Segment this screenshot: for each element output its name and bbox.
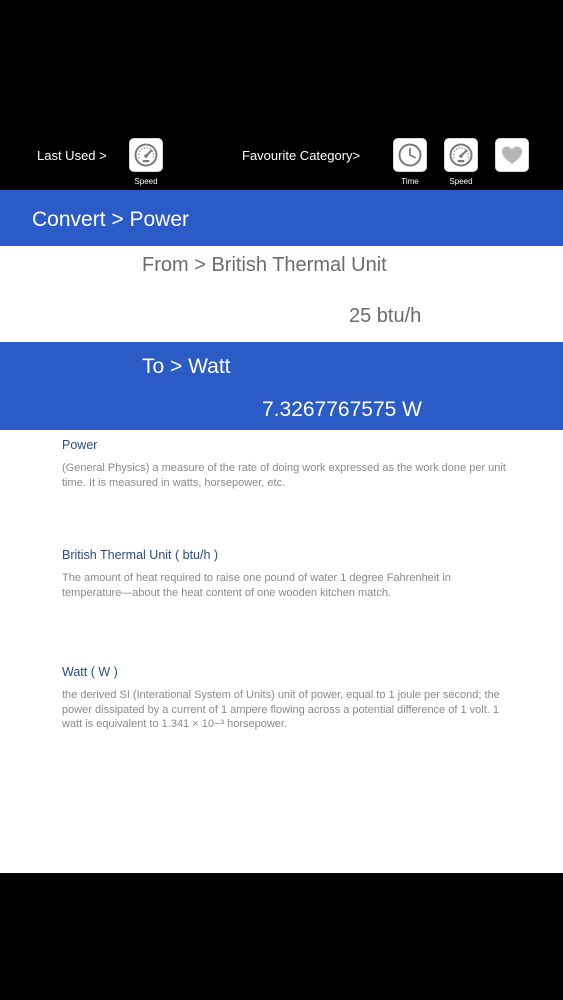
favourite-category-label: Favourite Category> [242,148,361,163]
from-value-input[interactable]: 25 btu/h [349,305,421,328]
definition-title-watt: Watt ( W ) [62,665,118,679]
from-unit-selector[interactable]: From > British Thermal Unit [142,254,387,277]
speedometer-icon [448,142,474,168]
definitions-panel [0,430,563,873]
definition-body-watt: the derived SI (Interational System of U… [62,689,500,731]
favourite-speed-button[interactable] [444,138,478,172]
bottom-area [0,873,563,1000]
clock-icon [397,142,423,168]
convert-category-title[interactable]: Convert > Power [32,208,189,232]
heart-icon [499,142,525,168]
last-used-speed-label: Speed [134,177,158,186]
last-used-speed-button[interactable] [129,138,163,172]
last-used-label: Last Used > [37,148,107,163]
definition-body-power: (General Physics) a measure of the rate … [62,462,506,489]
speedometer-icon [133,142,159,168]
definition-title-power: Power [62,438,98,452]
favourite-toggle-button[interactable] [495,138,529,172]
definition-body-btu: The amount of heat required to raise one… [62,572,451,599]
favourite-time-label: Time [401,177,419,186]
to-unit-selector[interactable]: To > Watt [142,355,231,379]
favourite-speed-label: Speed [449,177,473,186]
favourite-time-button[interactable] [393,138,427,172]
definition-title-btu: British Thermal Unit ( btu/h ) [62,548,219,562]
to-result-value: 7.3267767575 W [262,398,422,421]
